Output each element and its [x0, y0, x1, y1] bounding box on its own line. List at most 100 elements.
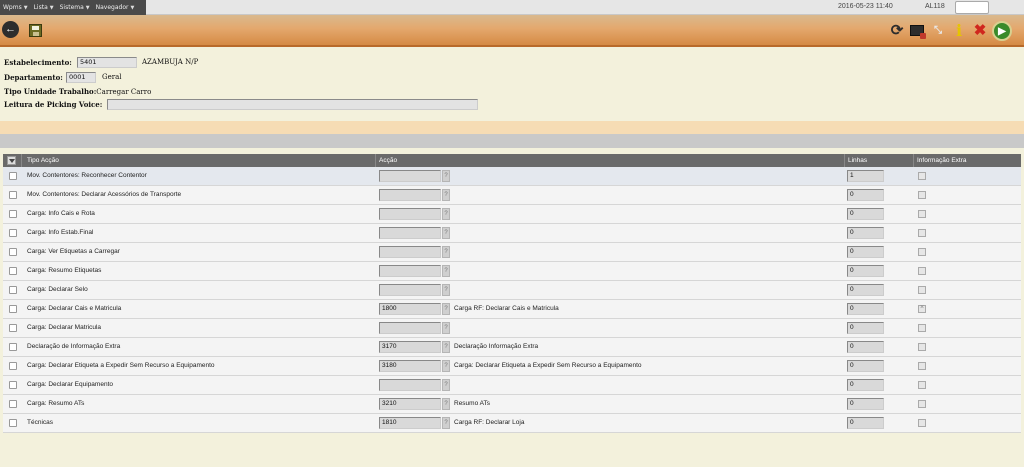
expand-icon[interactable]: ⤡ — [929, 21, 947, 39]
table-row[interactable]: Carga: Resumo ATs 3210? Resumo ATs 0 — [3, 395, 1021, 414]
informacao-extra-checkbox[interactable] — [918, 362, 926, 370]
row-checkbox[interactable] — [9, 172, 17, 180]
informacao-extra-checkbox[interactable] — [918, 210, 926, 218]
linhas-field[interactable]: 0 — [847, 398, 884, 410]
row-checkbox[interactable] — [9, 400, 17, 408]
informacao-extra-checkbox[interactable] — [918, 304, 926, 313]
lookup-help-button[interactable]: ? — [442, 379, 450, 391]
row-checkbox[interactable] — [9, 191, 17, 199]
table-row[interactable]: Carga: Declarar Etiqueta a Expedir Sem R… — [3, 357, 1021, 376]
confirm-icon[interactable]: ▶ — [992, 21, 1012, 41]
table-row[interactable]: Carga: Info Cais e Rota? 0 — [3, 205, 1021, 224]
lookup-help-button[interactable]: ? — [442, 246, 450, 258]
accao-code-field[interactable] — [379, 265, 441, 277]
linhas-field[interactable]: 0 — [847, 379, 884, 391]
linhas-field[interactable]: 0 — [847, 208, 884, 220]
lookup-help-button[interactable]: ? — [442, 417, 450, 429]
lookup-help-button[interactable]: ? — [442, 284, 450, 296]
row-checkbox[interactable] — [9, 343, 17, 351]
linhas-field[interactable]: 0 — [847, 265, 884, 277]
row-checkbox[interactable] — [9, 210, 17, 218]
informacao-extra-checkbox[interactable] — [918, 286, 926, 294]
back-arrow-icon[interactable]: ← — [2, 21, 19, 38]
row-checkbox[interactable] — [9, 419, 17, 427]
menu-navegador[interactable]: Navegador ▼ — [93, 4, 138, 11]
row-checkbox[interactable] — [9, 324, 17, 332]
column-tipo-accao[interactable]: Tipo Acção — [27, 157, 59, 164]
accao-code-field[interactable] — [379, 170, 441, 182]
linhas-field[interactable]: 0 — [847, 417, 884, 429]
accao-code-field[interactable]: 3180 — [379, 360, 441, 372]
close-icon[interactable]: ✖ — [971, 21, 989, 39]
informacao-extra-checkbox[interactable] — [918, 419, 926, 427]
menu-sistema[interactable]: Sistema ▼ — [57, 4, 93, 11]
linhas-field[interactable]: 0 — [847, 284, 884, 296]
lookup-help-button[interactable]: ? — [442, 398, 450, 410]
info-icon[interactable]: i — [950, 21, 968, 40]
accao-code-field[interactable] — [379, 208, 441, 220]
table-row[interactable]: Mov. Contentores: Reconhecer Contentor? 1 — [3, 167, 1021, 186]
row-checkbox[interactable] — [9, 229, 17, 237]
row-checkbox[interactable] — [9, 381, 17, 389]
linhas-field[interactable]: 0 — [847, 189, 884, 201]
lookup-help-button[interactable]: ? — [442, 360, 450, 372]
lookup-help-button[interactable]: ? — [442, 170, 450, 182]
accao-code-field[interactable] — [379, 246, 441, 258]
select-all-checkbox[interactable] — [7, 156, 16, 165]
column-accao[interactable]: Acção — [379, 157, 397, 164]
informacao-extra-checkbox[interactable] — [918, 381, 926, 389]
linhas-field[interactable]: 1 — [847, 170, 884, 182]
accao-code-field[interactable] — [379, 322, 441, 334]
menu-wpms[interactable]: Wpms ▼ — [0, 4, 31, 11]
informacao-extra-checkbox[interactable] — [918, 324, 926, 332]
table-row[interactable]: Mov. Contentores: Declarar Acessórios de… — [3, 186, 1021, 205]
accao-code-field[interactable]: 3170 — [379, 341, 441, 353]
linhas-field[interactable]: 0 — [847, 246, 884, 258]
row-checkbox[interactable] — [9, 248, 17, 256]
accao-code-field[interactable] — [379, 227, 441, 239]
informacao-extra-checkbox[interactable] — [918, 267, 926, 275]
row-checkbox[interactable] — [9, 286, 17, 294]
linhas-field[interactable]: 0 — [847, 303, 884, 315]
table-row[interactable]: Carga: Declarar Cais e Matricula 1800? Car… — [3, 300, 1021, 319]
lookup-help-button[interactable]: ? — [442, 303, 450, 315]
table-row[interactable]: Carga: Declarar Equipamento? 0 — [3, 376, 1021, 395]
informacao-extra-checkbox[interactable] — [918, 343, 926, 351]
table-row[interactable]: Carga: Info Estab.Final? 0 — [3, 224, 1021, 243]
accao-code-field[interactable] — [379, 189, 441, 201]
accao-code-field[interactable]: 1800 — [379, 303, 441, 315]
linhas-field[interactable]: 0 — [847, 341, 884, 353]
picking-voice-input[interactable] — [107, 99, 478, 110]
column-linhas[interactable]: Linhas — [848, 157, 867, 164]
table-row[interactable]: Técnicas 1810? Carga RF: Declarar Loja 0 — [3, 414, 1021, 433]
accao-code-field[interactable]: 3210 — [379, 398, 441, 410]
informacao-extra-checkbox[interactable] — [918, 248, 926, 256]
column-informacao-extra[interactable]: Informação Extra — [917, 157, 967, 164]
row-checkbox[interactable] — [9, 305, 17, 313]
table-row[interactable]: Carga: Ver Etiquetas a Carregar? 0 — [3, 243, 1021, 262]
lookup-help-button[interactable]: ? — [442, 341, 450, 353]
estabelecimento-code-field[interactable]: 5401 — [77, 57, 137, 68]
save-disk-icon[interactable] — [26, 21, 44, 39]
informacao-extra-checkbox[interactable] — [918, 191, 926, 199]
user-input[interactable] — [955, 1, 989, 14]
accao-code-field[interactable] — [379, 284, 441, 296]
menu-lista[interactable]: Lista ▼ — [31, 4, 57, 11]
lookup-help-button[interactable]: ? — [442, 265, 450, 277]
lookup-help-button[interactable]: ? — [442, 322, 450, 334]
table-row[interactable]: Carga: Declarar Matricula? 0 — [3, 319, 1021, 338]
accao-code-field[interactable]: 1810 — [379, 417, 441, 429]
lookup-help-button[interactable]: ? — [442, 189, 450, 201]
row-checkbox[interactable] — [9, 267, 17, 275]
table-row[interactable]: Carga: Resumo Etiquetas? 0 — [3, 262, 1021, 281]
lookup-help-button[interactable]: ? — [442, 208, 450, 220]
linhas-field[interactable]: 0 — [847, 322, 884, 334]
informacao-extra-checkbox[interactable] — [918, 172, 926, 180]
table-row[interactable]: Carga: Declarar Selo? 0 — [3, 281, 1021, 300]
accao-code-field[interactable] — [379, 379, 441, 391]
table-row[interactable]: Declaração de Informação Extra 3170? Decla… — [3, 338, 1021, 357]
refresh-icon[interactable]: ⟳ — [888, 21, 906, 39]
departamento-code-field[interactable]: 0001 — [66, 72, 96, 83]
linhas-field[interactable]: 0 — [847, 227, 884, 239]
monitor-icon[interactable] — [908, 21, 926, 39]
